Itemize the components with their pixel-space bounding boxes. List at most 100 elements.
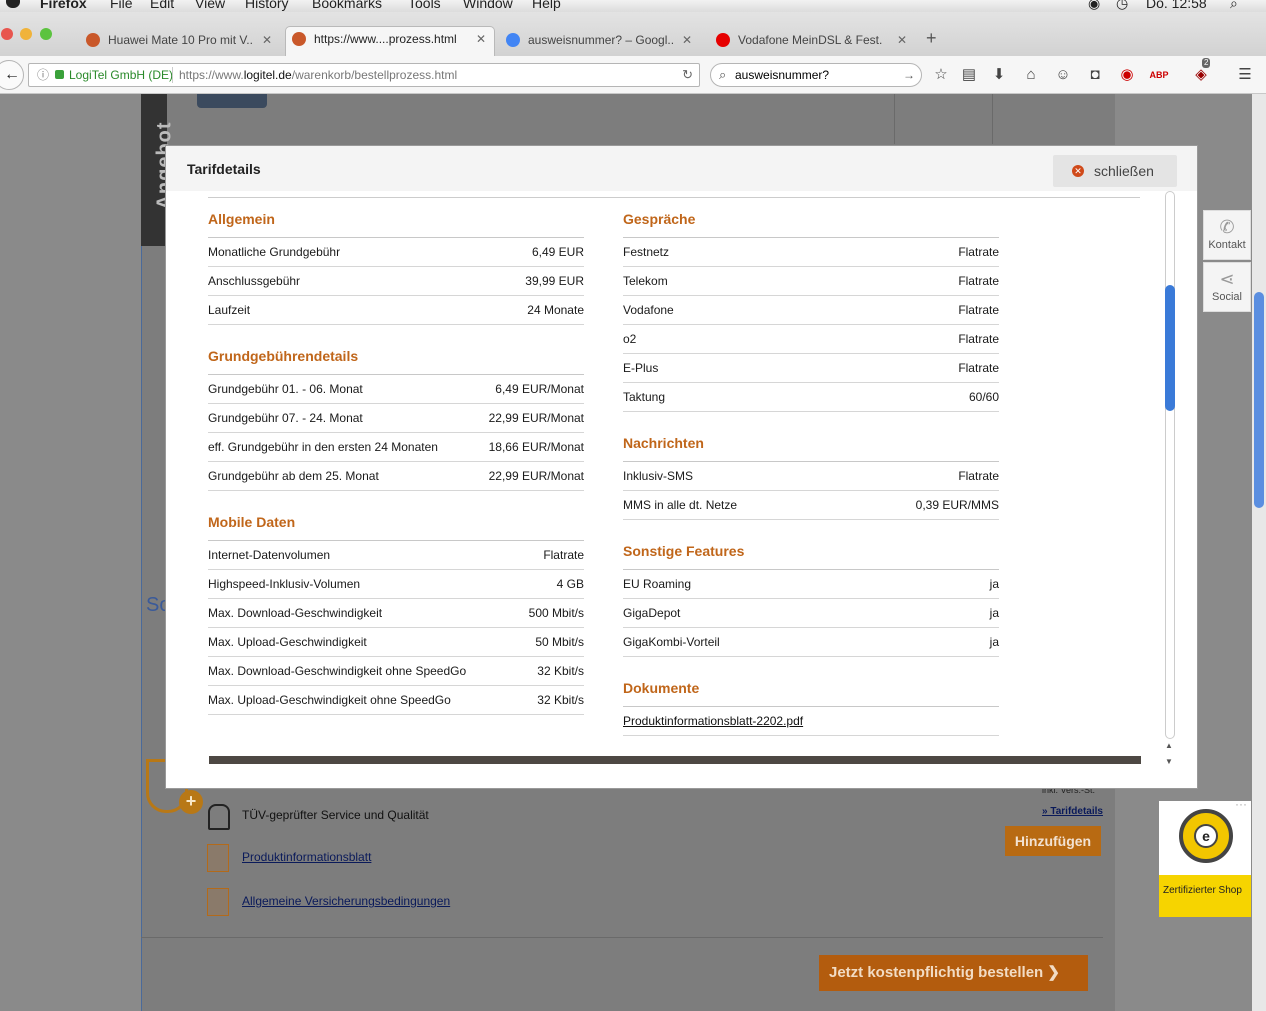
addon-red-icon[interactable]: ◉: [1116, 64, 1138, 86]
search-input[interactable]: [735, 66, 895, 84]
trusted-shops-badge[interactable]: ··· e Zertifizierter Shop: [1159, 797, 1251, 917]
tariff-row: eff. Grundgebühr in den ersten 24 Monate…: [208, 433, 584, 462]
hamburger-menu-icon[interactable]: ☰: [1234, 64, 1256, 86]
menu-window[interactable]: Window: [463, 0, 513, 11]
window-close-icon[interactable]: [1, 28, 13, 40]
tariff-row-label: Telekom: [623, 274, 668, 288]
tariff-row-label: Laufzeit: [208, 303, 251, 317]
tariff-row-label: Inklusiv-SMS: [623, 469, 694, 483]
close-button[interactable]: ✕ schließen: [1053, 155, 1177, 187]
document-link[interactable]: Produktinformationsblatt-2202.pdf: [623, 707, 803, 735]
menu-view[interactable]: View: [195, 0, 225, 11]
tariff-row: Internet-Datenvolumen Flatrate: [208, 541, 584, 570]
tab-close-icon[interactable]: ✕: [897, 28, 907, 52]
more-icon[interactable]: ···: [1235, 797, 1247, 811]
tariff-row: GigaDepot ja: [623, 599, 999, 628]
home-icon[interactable]: ⌂: [1020, 64, 1042, 86]
table-divider: [894, 94, 895, 144]
tab-close-icon[interactable]: ✕: [682, 28, 692, 52]
tariff-row-label: Max. Upload-Geschwindigkeit: [208, 635, 367, 649]
search-bar[interactable]: ⌕ →: [710, 63, 922, 87]
modal-scrollbar-track[interactable]: [1165, 191, 1175, 739]
menu-edit[interactable]: Edit: [150, 0, 174, 11]
tab-bestellprozess[interactable]: https://www....prozess.html ✕: [285, 26, 495, 56]
bookmark-star-icon[interactable]: ☆: [930, 64, 952, 86]
new-tab-button[interactable]: +: [926, 28, 937, 49]
menubar-clock[interactable]: Do. 12:58: [1146, 0, 1207, 11]
reload-icon[interactable]: ↻: [682, 64, 693, 86]
plus-icon: +: [179, 790, 203, 814]
add-button[interactable]: Hinzufügen: [1005, 826, 1101, 856]
info-icon[interactable]: ⓘ: [37, 64, 49, 86]
scroll-up-icon[interactable]: ▲: [1165, 741, 1173, 750]
ublock-icon[interactable]: ◈ 2: [1190, 58, 1212, 86]
window-zoom-icon[interactable]: [40, 28, 52, 40]
time-machine-icon[interactable]: ◷: [1116, 0, 1128, 12]
social-widget[interactable]: ⋖ Social: [1203, 262, 1251, 312]
tab-close-icon[interactable]: ✕: [262, 28, 272, 52]
produktinfo-link[interactable]: Produktinformationsblatt: [242, 850, 371, 864]
adblock-plus-icon[interactable]: ABP: [1148, 64, 1170, 86]
tariff-row: Taktung 60/60: [623, 383, 999, 412]
tab-huawei[interactable]: Huawei Mate 10 Pro mit V... ✕: [80, 28, 280, 56]
divider: [141, 937, 1103, 938]
tariff-row-label: Internet-Datenvolumen: [208, 548, 331, 562]
url-domain: logitel.de: [243, 68, 292, 82]
tariff-row: Max. Upload-Geschwindigkeit 50 Mbit/s: [208, 628, 584, 657]
tarifdetails-link[interactable]: » Tarifdetails: [1042, 806, 1103, 817]
window-minimize-icon[interactable]: [20, 28, 32, 40]
menu-file[interactable]: File: [110, 0, 133, 11]
modal-title: Tarifdetails: [187, 161, 261, 177]
avb-link[interactable]: Allgemeine Versicherungsbedingungen: [242, 894, 450, 908]
page-scrollbar[interactable]: [1252, 94, 1266, 1011]
tariff-row: GigaKombi-Vorteil ja: [623, 628, 999, 657]
chat-icon[interactable]: ☺: [1052, 64, 1074, 86]
tab-vodafone[interactable]: Vodafone MeinDSL & Fest... ✕: [710, 28, 915, 56]
url-text[interactable]: https://www.logitel.de/warenkorb/bestell…: [179, 64, 457, 86]
tariff-row-label: Taktung: [623, 390, 666, 404]
close-label: schließen: [1094, 163, 1154, 179]
scroll-down-icon[interactable]: ▼: [1165, 757, 1173, 766]
tariff-row: Anschlussgebühr 39,99 EUR: [208, 267, 584, 296]
url-bar[interactable]: ⓘ LogiTel GmbH (DE) https://www.logitel.…: [28, 63, 700, 87]
wifi-icon[interactable]: ◉: [1088, 0, 1100, 12]
apple-icon[interactable]: [6, 0, 20, 8]
tariff-row-value: 32 Kbit/s: [537, 664, 584, 678]
tariff-row-value: Flatrate: [543, 548, 584, 562]
menu-bookmarks[interactable]: Bookmarks: [312, 0, 382, 11]
tab-google[interactable]: ausweisnummer? – Googl... ✕: [500, 28, 700, 56]
tariff-row-value: 39,99 EUR: [525, 274, 584, 288]
modal-scrollbar-thumb[interactable]: [1165, 285, 1175, 411]
download-icon[interactable]: ⬇: [988, 64, 1010, 86]
menu-help[interactable]: Help: [532, 0, 561, 11]
menu-app-firefox[interactable]: Firefox: [40, 0, 87, 11]
tariff-row-label: MMS in alle dt. Netze: [623, 498, 738, 512]
tab-bar: Huawei Mate 10 Pro mit V... ✕ https://ww…: [0, 12, 1266, 56]
pocket-icon[interactable]: ◘: [1084, 64, 1106, 86]
tariff-row: Monatliche Grundgebühr 6,49 EUR: [208, 238, 584, 267]
menu-history[interactable]: History: [245, 0, 289, 11]
site-identity[interactable]: LogiTel GmbH (DE): [69, 64, 173, 86]
order-button[interactable]: Jetzt kostenpflichtig bestellen ❯: [819, 955, 1088, 991]
tab-close-icon[interactable]: ✕: [476, 27, 486, 51]
tariff-row-value: Flatrate: [958, 469, 999, 483]
modal-scrollbar[interactable]: ▲ ▼: [1163, 191, 1177, 771]
kontakt-widget[interactable]: ✆ Kontakt: [1203, 210, 1251, 260]
tariff-row: Inklusiv-SMS Flatrate: [623, 462, 999, 491]
section-title-nachrichten: Nachrichten: [623, 433, 999, 462]
document-icon: [207, 888, 229, 916]
bookmarks-list-icon[interactable]: ▤: [958, 64, 980, 86]
tariff-row-value: 4 GB: [556, 577, 584, 591]
page-scrollbar-thumb[interactable]: [1254, 292, 1264, 508]
spotlight-icon[interactable]: ⌕: [1230, 0, 1238, 12]
search-go-icon[interactable]: →: [903, 64, 915, 86]
tariff-row: o2 Flatrate: [623, 325, 999, 354]
tariff-row-label: Grundgebühr ab dem 25. Monat: [208, 469, 379, 483]
back-button[interactable]: ←: [0, 60, 24, 90]
tariff-row-value: 50 Mbit/s: [535, 635, 584, 649]
tab-label: ausweisnummer? – Googl...: [528, 33, 673, 47]
tariff-row-label: Max. Upload-Geschwindigkeit ohne SpeedGo: [208, 693, 451, 707]
menu-tools[interactable]: Tools: [408, 0, 441, 11]
